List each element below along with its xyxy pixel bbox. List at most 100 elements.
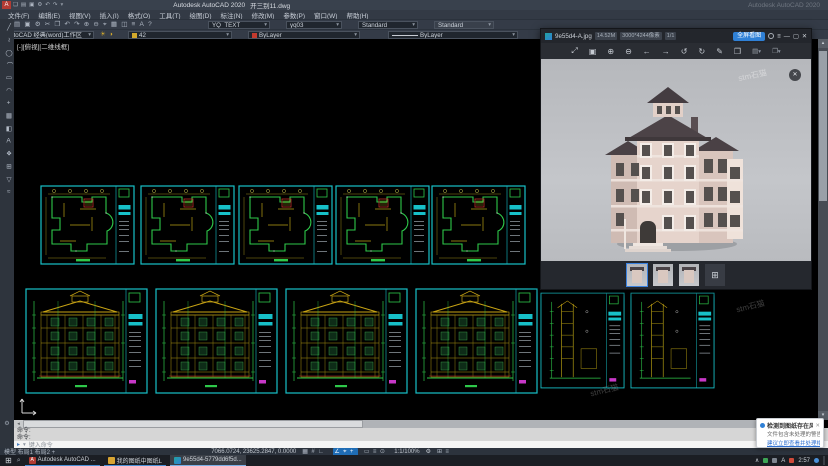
viewer-close-icon[interactable]: ✕	[802, 33, 807, 40]
combo-caret-icon[interactable]: ▾	[264, 22, 267, 29]
overlay-close-button[interactable]: ✕	[789, 69, 801, 81]
combo-caret-icon[interactable]: ▾	[336, 22, 339, 29]
gear-icon[interactable]: ⚙	[426, 448, 431, 455]
menu-view[interactable]: 视图(V)	[69, 10, 91, 20]
autocad-screen: A ❏▤▣⚙↶↷ ▾ Autodesk AutoCAD 2020 开三别11.d…	[0, 0, 828, 466]
linetype-combo[interactable]: ByLayer▾	[388, 31, 518, 39]
tray-chevron-icon[interactable]: ∧	[755, 457, 759, 464]
taskbar-app-viewer[interactable]: 9e55d4-5779dd6f5d...	[170, 455, 246, 466]
tray-ime-icon[interactable]: A	[781, 458, 785, 464]
menu-modify[interactable]: 修改(M)	[252, 10, 275, 20]
system-tray: ∧ A 2:57	[755, 456, 828, 465]
annotation-scale[interactable]: 1:1/100%	[394, 449, 419, 455]
vertical-scrollbar[interactable]: ▴ ▾	[818, 39, 828, 420]
zoom-in-icon[interactable]: ⊕	[607, 47, 614, 56]
combo-caret-icon[interactable]: ▾	[226, 32, 229, 39]
draw-tool-icons[interactable]: ╱≀◯⌒▭◠+▦◧A❖⊞▽≈	[3, 23, 13, 201]
viewer-taskbar-icon	[174, 457, 181, 464]
draw-toolbar-vertical: ╱≀◯⌒▭◠+▦◧A❖⊞▽≈	[0, 19, 14, 455]
title-bar: A ❏▤▣⚙↶↷ ▾ Autodesk AutoCAD 2020 开三别11.d…	[0, 0, 828, 10]
combo-caret-icon[interactable]: ▾	[412, 22, 415, 29]
edit-icon[interactable]: ✎	[716, 47, 723, 56]
vertical-scroll-thumb[interactable]	[819, 51, 827, 201]
workspace-combo[interactable]: AutoCAD 经典(word)工作区▾	[2, 31, 94, 39]
table-style-combo[interactable]: Standard▾	[358, 21, 418, 29]
taskbar-app-autocad[interactable]: A Autodesk AutoCAD ...	[25, 455, 100, 466]
viewer-maximize-icon[interactable]: ▢	[793, 33, 799, 40]
combo-caret-icon[interactable]: ▾	[488, 22, 491, 29]
zoom-out-icon[interactable]: ⊖	[625, 47, 632, 56]
command-history[interactable]: 命令: 命令:	[14, 428, 828, 441]
color-combo[interactable]: ByLayer▾	[248, 31, 360, 39]
viewer-image-area[interactable]: stm石猫 ✕	[541, 59, 811, 261]
menu-insert[interactable]: 插入(I)	[100, 10, 119, 20]
prev-image-icon[interactable]: ←	[643, 47, 651, 56]
viewer-minimize-icon[interactable]: —	[784, 33, 790, 40]
menu-format[interactable]: 格式(O)	[128, 10, 150, 20]
quick-access-toolbar[interactable]: ❏▤▣⚙↶↷	[13, 0, 60, 10]
tray-alert-icon[interactable]	[789, 458, 794, 463]
layer-combo[interactable]: 42▾	[128, 31, 232, 39]
thumbnail-grid-button[interactable]: ⊞	[705, 264, 725, 286]
copy-icon[interactable]: ❐	[734, 47, 741, 56]
combo-caret-icon[interactable]: ▾	[88, 32, 91, 39]
command-input[interactable]: ▸ ▾ 键入命令	[14, 441, 828, 448]
menu-draw[interactable]: 绘图(D)	[190, 10, 212, 20]
list-dropdown-icon[interactable]: ▤▾	[752, 47, 761, 55]
rotate-right-icon[interactable]: ↻	[698, 47, 705, 56]
horizontal-scroll-thumb[interactable]	[23, 420, 363, 428]
dim-style-combo[interactable]: yq03▾	[286, 21, 342, 29]
object-color-chip	[252, 33, 257, 38]
fullscreen-view-button[interactable]: 全屏看图	[733, 32, 765, 41]
scroll-up-icon[interactable]: ▴	[818, 39, 828, 48]
horizontal-scrollbar[interactable]: ◂ ▸	[14, 420, 818, 428]
pixel-size-badge: 3000*4244像素	[620, 32, 662, 40]
mleader-style-combo[interactable]: Standard▾	[434, 21, 494, 29]
show-desktop-button[interactable]	[823, 456, 825, 465]
menu-file[interactable]: 文件(F)	[8, 10, 29, 20]
qat-caret-icon[interactable]: ▾	[60, 2, 63, 8]
combo-caret-icon[interactable]: ▾	[354, 32, 357, 39]
taskbar-search-icon[interactable]: ⌕	[17, 457, 21, 465]
viewport-controls-label[interactable]: [-][俯视][二维线框]	[17, 41, 69, 51]
more-dropdown-icon[interactable]: ❐▾	[772, 47, 781, 55]
autocad-logo-icon[interactable]: A	[2, 1, 11, 9]
menu-dimension[interactable]: 标注(N)	[221, 10, 243, 20]
menu-window[interactable]: 窗口(W)	[314, 10, 337, 20]
fullscreen-icon[interactable]: ⤢	[571, 46, 577, 56]
user-icon[interactable]	[768, 33, 774, 39]
tray-notification-icon[interactable]	[814, 458, 819, 463]
status-toggle-icons[interactable]: ▭≡⊙	[364, 448, 388, 455]
popup-action-link[interactable]: 建议立即查看并处理相关风险	[767, 439, 820, 447]
shield-icon	[760, 423, 765, 428]
svg-text:stm石猫: stm石猫	[737, 67, 767, 83]
next-image-icon[interactable]: →	[662, 47, 670, 56]
combo-caret-icon[interactable]: ▾	[512, 32, 515, 39]
tray-display-icon[interactable]	[772, 458, 777, 463]
start-button[interactable]: ⊞	[0, 456, 17, 465]
menu-tools[interactable]: 工具(T)	[159, 10, 180, 20]
tray-clock[interactable]: 2:57	[798, 458, 810, 464]
popup-close-icon[interactable]: ✕	[815, 423, 820, 429]
fit-window-icon[interactable]: ▣	[589, 47, 597, 56]
viewer-menu-icon[interactable]: ≡	[777, 33, 781, 40]
scroll-left-icon[interactable]: ◂	[14, 420, 23, 428]
thumbnail-3[interactable]	[679, 264, 699, 286]
status-right-icons[interactable]: ⊞≡	[437, 448, 452, 455]
popup-title: 检测到图纸存在风险项	[767, 421, 813, 430]
menu-edit[interactable]: 编辑(E)	[38, 10, 60, 20]
document-title: 开三别11.dwg	[250, 0, 290, 10]
menu-help[interactable]: 帮助(H)	[346, 10, 368, 20]
rotate-left-icon[interactable]: ↺	[681, 47, 688, 56]
menu-parametric[interactable]: 参数(P)	[283, 10, 305, 20]
thumbnail-1[interactable]	[627, 264, 647, 286]
file-size-badge: 14.52M	[595, 32, 617, 40]
taskbar-app-folder[interactable]: 我的图纸中图纸L	[104, 455, 166, 466]
tray-security-icon[interactable]	[763, 458, 768, 463]
text-style-combo[interactable]: YQ_TEXT▾	[208, 21, 270, 29]
windows-taskbar: ⊞ ⌕ A Autodesk AutoCAD ... 我的图纸中图纸L 9e55…	[0, 455, 828, 466]
customize-icon[interactable]: ⚙	[4, 421, 9, 427]
status-toggle-icons[interactable]: ▦#∟	[302, 448, 327, 455]
viewer-title-bar[interactable]: 9e55d4-A.jpg 14.52M 3000*4244像素 1/1 全屏看图…	[541, 29, 811, 43]
thumbnail-2[interactable]	[653, 264, 673, 286]
